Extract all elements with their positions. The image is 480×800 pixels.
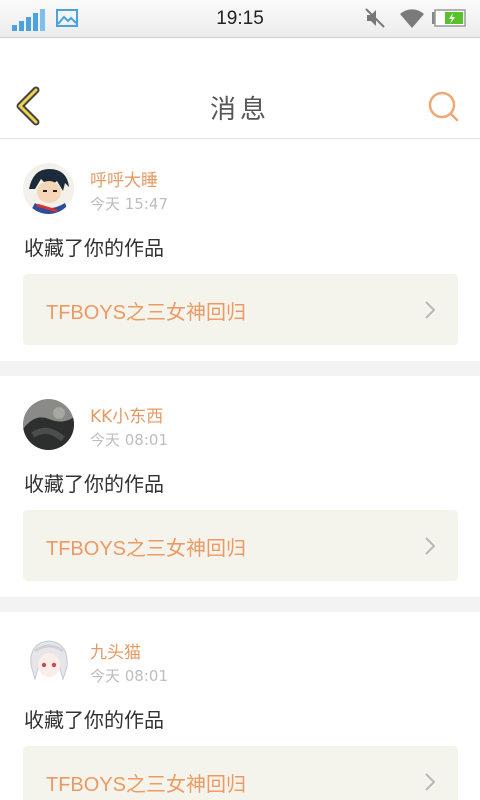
user-name[interactable]: 九头猫 xyxy=(90,638,141,663)
avatar[interactable] xyxy=(23,635,74,686)
action-text: 收藏了你的作品 xyxy=(24,708,164,732)
chevron-right-icon xyxy=(425,301,436,319)
wifi-icon xyxy=(400,9,424,28)
message-item: 九头猫 今天 08:01 收藏了你的作品 TFBOYS之三女神回归 xyxy=(0,612,480,800)
work-link[interactable]: TFBOYS之三女神回归 xyxy=(23,510,458,581)
top-nav-bar: 消息 xyxy=(0,39,480,139)
user-name[interactable]: KK小东西 xyxy=(90,402,163,427)
chevron-right-icon xyxy=(425,773,436,791)
message-list: 呼呼大睡 今天 15:47 收藏了你的作品 TFBOYS之三女神回归 KK小东西… xyxy=(0,140,480,800)
avatar[interactable] xyxy=(23,399,74,450)
battery-charging-icon xyxy=(432,9,466,27)
timestamp: 今天 15:47 xyxy=(90,195,168,213)
search-icon[interactable] xyxy=(426,89,460,123)
divider xyxy=(0,361,480,376)
user-name[interactable]: 呼呼大睡 xyxy=(90,166,158,191)
chevron-right-icon xyxy=(425,537,436,555)
work-title: TFBOYS之三女神回归 xyxy=(46,538,247,560)
status-bar: 19:15 xyxy=(0,0,480,38)
action-text: 收藏了你的作品 xyxy=(24,236,164,260)
timestamp: 今天 08:01 xyxy=(90,431,168,449)
avatar[interactable] xyxy=(23,163,74,214)
work-title: TFBOYS之三女神回归 xyxy=(46,774,247,796)
mute-icon xyxy=(365,8,385,28)
divider xyxy=(0,597,480,612)
action-text: 收藏了你的作品 xyxy=(24,472,164,496)
page-title: 消息 xyxy=(209,95,270,125)
work-title: TFBOYS之三女神回归 xyxy=(46,302,247,324)
message-item: KK小东西 今天 08:01 收藏了你的作品 TFBOYS之三女神回归 xyxy=(0,376,480,597)
message-item: 呼呼大睡 今天 15:47 收藏了你的作品 TFBOYS之三女神回归 xyxy=(0,140,480,361)
work-link[interactable]: TFBOYS之三女神回归 xyxy=(23,274,458,345)
timestamp: 今天 08:01 xyxy=(90,667,168,685)
work-link[interactable]: TFBOYS之三女神回归 xyxy=(23,746,458,800)
